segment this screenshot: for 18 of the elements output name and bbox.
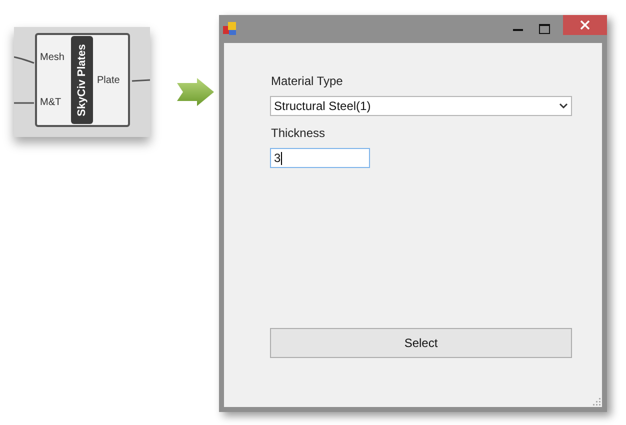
field-label: Material Type [271, 73, 344, 90]
component-title: SkyCiv Plates [74, 44, 89, 116]
arrow-icon [177, 78, 214, 106]
input-label: M&T [40, 96, 62, 110]
close-button[interactable] [563, 15, 607, 35]
input-label: Mesh [40, 51, 66, 65]
select-button[interactable]: Select [270, 328, 572, 358]
resize-grip-icon [592, 397, 601, 406]
close-icon [580, 20, 590, 30]
minimize-icon [513, 28, 523, 30]
output-label: Plate [97, 74, 120, 88]
maximize-icon [538, 24, 550, 34]
field-label: Thickness [271, 125, 326, 142]
app-icon [223, 22, 237, 36]
material-dropdown[interactable]: Structural Steel(1) [270, 96, 572, 116]
thickness-input[interactable]: 3 [270, 148, 370, 168]
chevron-down-icon [559, 103, 568, 109]
component-node[interactable]: Mesh M&T SkyCiv Plates Plate [35, 33, 130, 127]
